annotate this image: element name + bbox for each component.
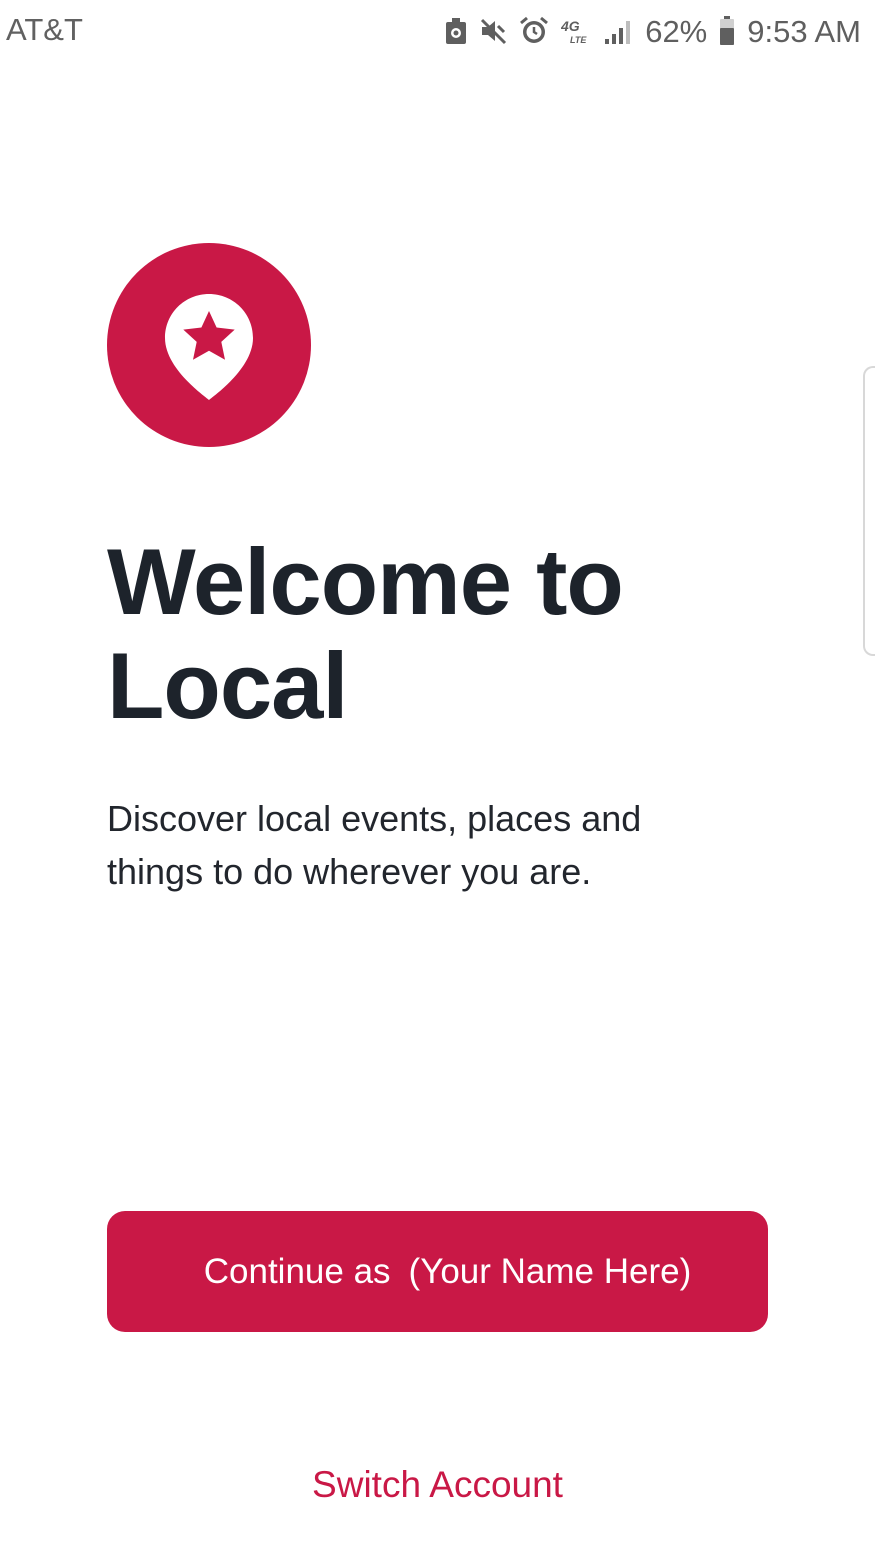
status-bar: AT&T 4G LTE 62% 9:53 AM: [0, 0, 875, 64]
continue-button-label: Continue as (Your Name Here): [204, 1252, 692, 1292]
media-saver-icon: [445, 17, 467, 45]
edge-panel-handle[interactable]: [863, 366, 875, 656]
clock: 9:53 AM: [747, 13, 861, 49]
welcome-description: Discover local events, places and things…: [107, 798, 642, 892]
continue-user-name: (Your Name Here): [408, 1251, 692, 1291]
status-icons: 4G LTE 62% 9:53 AM: [445, 10, 861, 52]
battery-percent: 62%: [645, 13, 708, 49]
carrier-name: AT&T: [6, 12, 83, 47]
signal-icon: [603, 17, 633, 45]
alarm-icon: [519, 16, 549, 46]
svg-text:LTE: LTE: [570, 35, 587, 45]
battery-icon: [719, 16, 735, 46]
svg-text:4G: 4G: [561, 18, 580, 34]
continue-as-button[interactable]: Continue as (Your Name Here): [107, 1211, 768, 1332]
4g-lte-icon: 4G LTE: [561, 16, 591, 46]
switch-account-link[interactable]: Switch Account: [0, 1464, 875, 1506]
location-star-icon: [165, 294, 253, 400]
mute-icon: [479, 17, 507, 45]
app-logo: [107, 243, 311, 447]
continue-prefix: Continue as: [203, 1251, 391, 1291]
welcome-title: Welcome to Local: [107, 529, 624, 738]
